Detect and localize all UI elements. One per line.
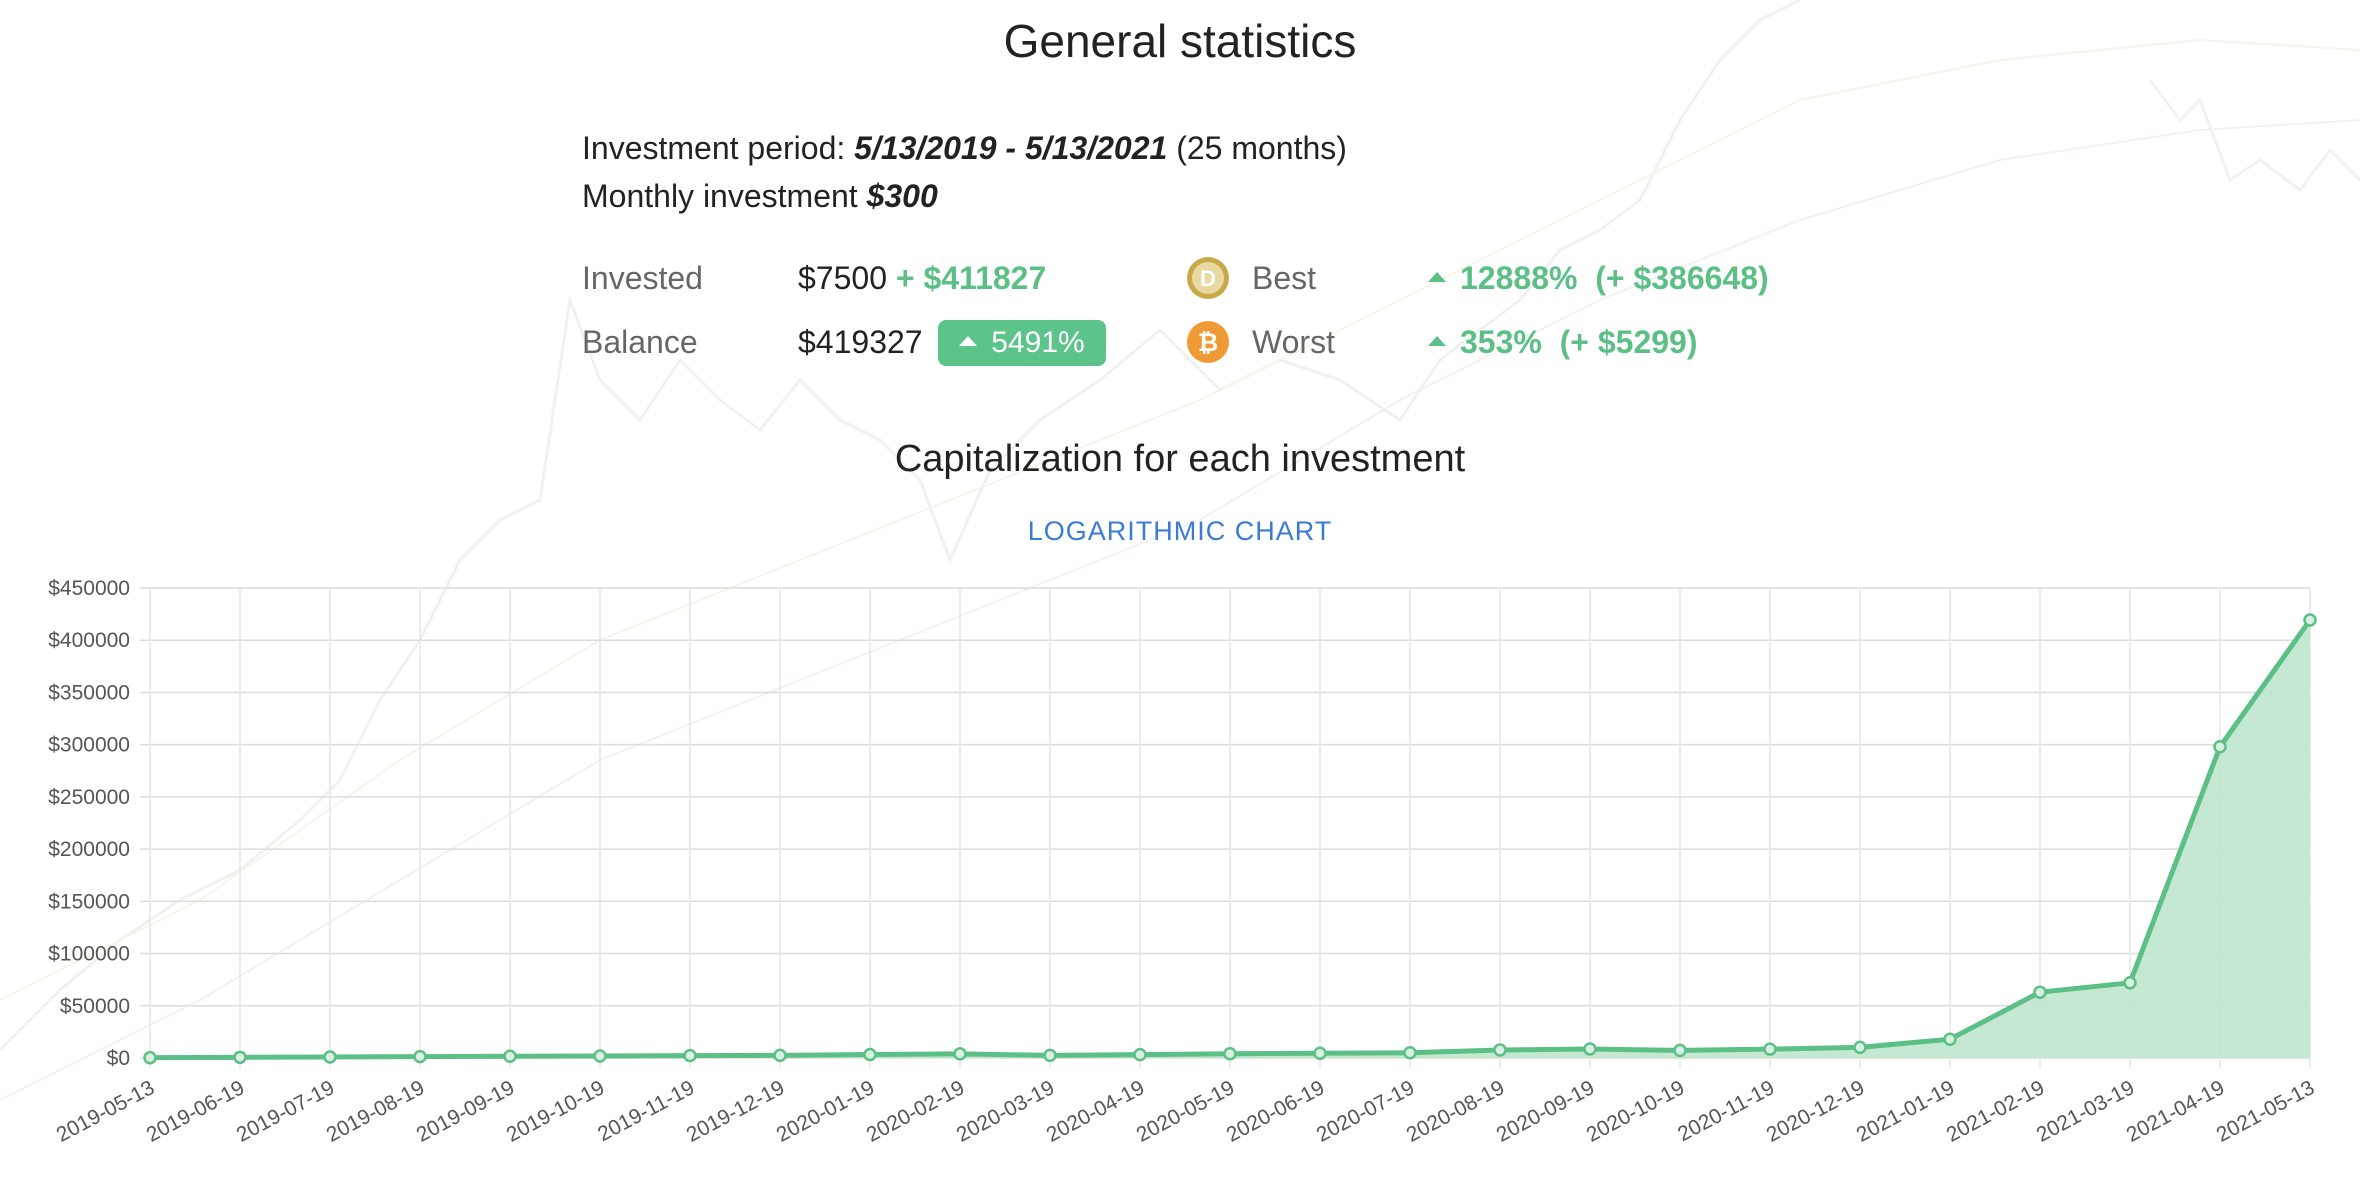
y-tick-label: $0 (107, 1047, 130, 1070)
data-point[interactable] (1223, 1046, 1237, 1061)
y-tick-label: $450000 (48, 577, 130, 600)
data-point[interactable] (323, 1050, 337, 1064)
x-tick-label: 2019-05-13 (53, 1076, 159, 1147)
x-tick-label: 2020-07-19 (1313, 1076, 1419, 1147)
x-tick-label: 2020-12-19 (1763, 1076, 1869, 1147)
x-tick-label: 2020-03-19 (953, 1076, 1059, 1147)
data-point[interactable] (1673, 1043, 1687, 1058)
data-point[interactable] (413, 1049, 427, 1064)
data-point[interactable] (1583, 1042, 1597, 1056)
x-tick-label: 2021-03-19 (2033, 1076, 2139, 1147)
y-tick-label: $200000 (48, 838, 130, 861)
capitalization-chart: $0 $50000 $100000 $150000 $200000 $250000 $300… (48, 577, 2318, 1147)
data-point[interactable] (1853, 1040, 1867, 1055)
x-tick-label: 2020-10-19 (1583, 1076, 1689, 1147)
x-tick-label: 2021-04-19 (2123, 1076, 2229, 1147)
data-point[interactable] (953, 1047, 967, 1061)
x-tick-label: 2019-06-19 (143, 1076, 249, 1147)
data-point[interactable] (1763, 1042, 1777, 1056)
y-tick-label: $50000 (60, 995, 130, 1018)
x-tick-label: 2019-11-19 (594, 1076, 698, 1146)
data-point[interactable] (2033, 985, 2047, 999)
data-point[interactable] (863, 1047, 877, 1062)
y-tick-label: $150000 (48, 890, 130, 913)
y-tick-label: $250000 (48, 786, 130, 809)
y-tick-label: $400000 (48, 629, 130, 652)
data-point[interactable] (2303, 613, 2317, 627)
x-tick-label: 2020-01-19 (773, 1076, 879, 1147)
chart-grid (140, 587, 2311, 1068)
data-point[interactable] (1313, 1046, 1327, 1061)
x-tick-label: 2019-10-19 (503, 1076, 609, 1147)
x-tick-label: 2020-06-19 (1223, 1076, 1329, 1147)
x-tick-label: 2020-09-19 (1493, 1076, 1599, 1147)
data-point[interactable] (2213, 740, 2227, 754)
x-tick-label: 2019-12-19 (683, 1076, 789, 1147)
chart-axes: $0 $50000 $100000 $150000 $200000 $250000 $300… (48, 577, 2318, 1147)
x-tick-label: 2021-01-19 (1853, 1076, 1959, 1147)
data-point[interactable] (143, 1050, 157, 1065)
x-tick-label: 2020-04-19 (1043, 1076, 1149, 1147)
x-tick-label: 2021-05-13 (2213, 1076, 2319, 1147)
data-point[interactable] (593, 1049, 607, 1063)
data-point[interactable] (773, 1048, 787, 1063)
data-point[interactable] (1493, 1043, 1507, 1057)
x-tick-label: 2019-08-19 (323, 1076, 429, 1147)
data-point[interactable] (2123, 976, 2137, 990)
statistics-panel: General statistics Investment period: 5/… (0, 0, 2360, 1190)
data-point[interactable] (233, 1050, 247, 1065)
x-tick-label: 2019-07-19 (233, 1076, 339, 1147)
x-tick-label: 2021-02-19 (1943, 1076, 2049, 1147)
x-tick-label: 2019-09-19 (413, 1076, 519, 1147)
y-tick-label: $100000 (48, 943, 130, 966)
x-tick-label: 2020-02-19 (863, 1076, 969, 1147)
data-point[interactable] (1943, 1032, 1957, 1046)
y-tick-label: $350000 (48, 681, 130, 704)
x-tick-label: 2020-11-19 (1674, 1076, 1778, 1146)
data-point[interactable] (683, 1048, 697, 1063)
data-point[interactable] (1043, 1048, 1057, 1063)
data-point[interactable] (1133, 1047, 1147, 1062)
x-tick-label: 2020-05-19 (1133, 1076, 1239, 1147)
data-point[interactable] (1403, 1046, 1417, 1060)
y-tick-label: $300000 (48, 734, 130, 757)
x-tick-label: 2020-08-19 (1403, 1076, 1509, 1147)
data-point[interactable] (503, 1049, 517, 1063)
